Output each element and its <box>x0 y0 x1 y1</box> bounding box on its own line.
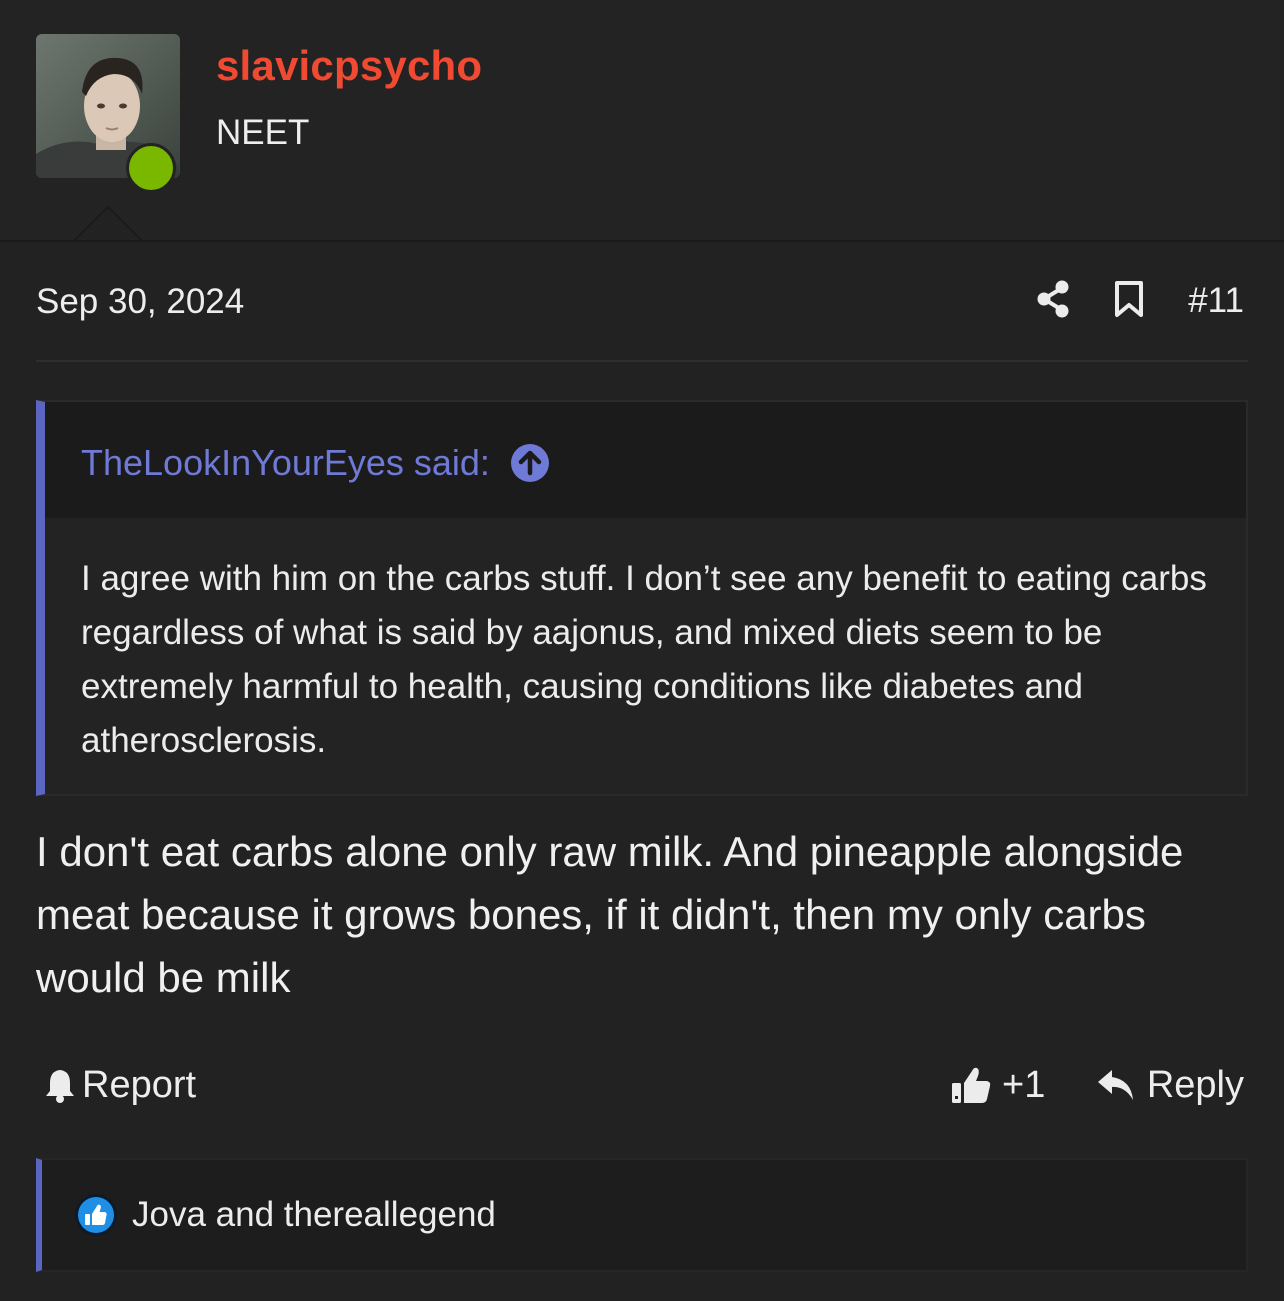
quote-text: I agree with him on the carbs stuff. I d… <box>81 559 1207 760</box>
quote-author-label: TheLookInYourEyes said: <box>81 442 490 483</box>
quote-block: TheLookInYourEyes said: I agree with him… <box>36 400 1248 796</box>
username[interactable]: slavicpsycho <box>216 42 482 90</box>
like-count: +1 <box>1002 1063 1046 1106</box>
reactions-bar[interactable]: Jova and thereallegend <box>36 1158 1248 1272</box>
post-meta-actions: #11 <box>1036 278 1244 324</box>
thumbs-up-icon <box>950 1065 992 1105</box>
bell-icon <box>44 1067 76 1103</box>
quote-body: I agree with him on the carbs stuff. I d… <box>45 518 1246 794</box>
like-button[interactable]: +1 <box>950 1062 1045 1108</box>
reaction-names[interactable]: Jova and thereallegend <box>132 1195 496 1235</box>
meta-divider <box>36 360 1248 362</box>
quote-header: TheLookInYourEyes said: <box>45 402 1246 520</box>
reply-icon <box>1097 1068 1135 1102</box>
like-reaction-icon <box>74 1193 118 1237</box>
post-number-link[interactable]: #11 <box>1188 281 1244 321</box>
reply-button[interactable]: Reply <box>1097 1062 1244 1108</box>
header-pointer <box>74 206 142 240</box>
share-icon[interactable] <box>1036 280 1070 323</box>
arrow-up-circle-icon[interactable] <box>510 443 550 483</box>
post-date[interactable]: Sep 30, 2024 <box>36 282 244 322</box>
report-button[interactable]: Report <box>44 1062 196 1108</box>
bookmark-icon[interactable] <box>1114 280 1144 323</box>
quote-author-link[interactable]: TheLookInYourEyes said: <box>81 442 550 484</box>
report-label: Report <box>82 1063 197 1106</box>
online-status-indicator <box>126 143 176 193</box>
post-body: I don't eat carbs alone only raw milk. A… <box>36 828 1184 1001</box>
user-header: slavicpsycho NEET <box>0 0 1284 242</box>
reply-label: Reply <box>1146 1063 1244 1106</box>
user-title: NEET <box>216 113 310 152</box>
